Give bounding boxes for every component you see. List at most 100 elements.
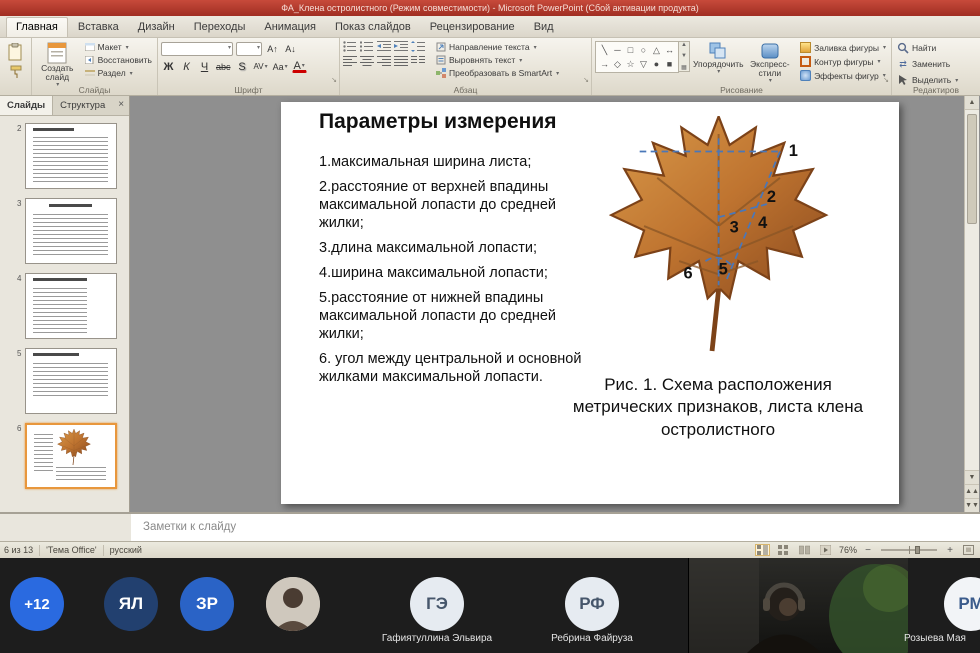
columns-icon[interactable] [411,56,425,67]
font-color-button[interactable]: А [292,60,307,73]
theme-name[interactable]: 'Тема Office' [46,545,96,555]
quick-styles-button[interactable]: Экспресс-стили [747,41,793,84]
text-direction-button[interactable]: Направление текста [434,41,561,53]
shape-square-icon[interactable]: ■ [663,57,676,71]
tab-review[interactable]: Рецензирование [421,18,524,37]
slideshow-view-button[interactable] [818,544,833,556]
bullets-icon[interactable] [343,41,357,52]
tab-animation[interactable]: Анимация [255,18,325,37]
slide-thumbnail[interactable]: 4 [13,273,117,339]
find-button[interactable]: Найти [895,41,977,55]
justify-icon[interactable] [394,56,408,67]
previous-slide-icon[interactable]: ▲▲ [965,484,979,498]
convert-smartart-button[interactable]: Преобразовать в SmartArt [434,67,561,79]
arrange-button[interactable]: Упорядочить [693,41,744,75]
shape-fill-button[interactable]: Заливка фигуры [798,41,888,54]
panel-tab-outline[interactable]: Структура [53,96,112,115]
zoom-slider-handle[interactable] [915,546,920,554]
participant-avatar[interactable]: РМ [944,577,980,631]
shape-arrow-icon[interactable]: → [598,57,611,71]
shape-effects-button[interactable]: Эффекты фигур [798,69,888,82]
character-spacing-button[interactable]: AV [253,59,269,74]
participant-photo-avatar[interactable] [266,577,320,631]
format-painter-icon[interactable] [9,65,23,79]
shape-hline-icon[interactable]: ─ [611,43,624,57]
shape-outline-button[interactable]: Контур фигуры [798,55,888,68]
notes-pane[interactable]: Заметки к слайду [131,512,980,541]
hidden-participants-badge[interactable]: +12 [10,577,64,631]
numbering-icon[interactable] [360,41,374,52]
slide-thumbnail[interactable]: 2 [13,123,117,189]
zoom-level[interactable]: 76% [839,545,857,555]
zoom-slider[interactable] [881,549,937,551]
scrollbar-thumb[interactable] [967,114,977,224]
reading-view-button[interactable] [797,544,812,556]
slide[interactable]: Параметры измерения 1.максимальная ширин… [281,102,899,504]
replace-button[interactable]: ⇄ Заменить [895,57,977,71]
shape-rect-icon[interactable]: □ [624,43,637,57]
participant-avatar[interactable]: ЯЛ [104,577,158,631]
align-center-icon[interactable] [360,56,374,67]
vertical-scrollbar[interactable]: ▲ ▼ ▲▲ ▼▼ [964,96,979,512]
shrink-font-button[interactable]: А↓ [283,41,298,56]
text-shadow-button[interactable]: S [235,59,250,74]
next-slide-icon[interactable]: ▼▼ [965,498,979,512]
shape-circle-icon[interactable]: ○ [637,43,650,57]
line-spacing-icon[interactable] [411,41,425,52]
slide-body-text[interactable]: 1.максимальная ширина листа; 2.расстояни… [319,154,599,394]
tab-home[interactable]: Главная [6,17,68,37]
grow-font-button[interactable]: А↑ [265,41,280,56]
language-indicator[interactable]: русский [110,545,142,555]
normal-view-button[interactable] [755,544,770,556]
tab-design[interactable]: Дизайн [129,18,184,37]
shapes-gallery[interactable]: ╲ ─ □ ○ △ ↔ → ◇ ☆ ▽ ● ■ [595,41,679,73]
align-text-button[interactable]: Выровнять текст [434,54,561,66]
reset-slide-button[interactable]: Восстановить [83,54,154,66]
leaf-figure[interactable]: 1 2 3 4 5 6 [609,116,837,358]
window-titlebar[interactable]: ФА_Клена остролистного (Режим совместимо… [0,0,980,16]
decrease-indent-icon[interactable] [377,41,391,52]
slide-thumbnail[interactable]: 3 [13,198,117,264]
shape-dot-icon[interactable]: ● [650,57,663,71]
participant-avatar[interactable]: РФ [565,577,619,631]
align-right-icon[interactable] [377,56,391,67]
bold-button[interactable]: Ж [161,59,176,74]
paragraph-dialog-launcher[interactable]: ↘ [583,76,589,84]
slide-title[interactable]: Параметры измерения [319,110,557,134]
tab-view[interactable]: Вид [525,18,563,37]
shapes-gallery-scroll[interactable]: ▲▼▦ [679,41,690,72]
change-case-button[interactable]: Aa [272,59,289,74]
shape-star-icon[interactable]: ☆ [624,57,637,71]
font-dialog-launcher[interactable]: ↘ [331,76,337,84]
layout-button[interactable]: Макет [83,41,154,53]
shape-doublearrow-icon[interactable]: ↔ [663,43,676,57]
section-button[interactable]: Раздел [83,67,154,79]
tab-slideshow[interactable]: Показ слайдов [326,18,420,37]
participant-video-tile[interactable] [688,558,908,653]
italic-button[interactable]: К [179,59,194,74]
fit-to-window-button[interactable] [961,544,976,556]
slide-thumbnail[interactable]: 5 [13,348,117,414]
tab-transitions[interactable]: Переходы [185,18,255,37]
panel-tab-slides[interactable]: Слайды [0,96,53,115]
shape-tridown-icon[interactable]: ▽ [637,57,650,71]
zoom-out-button[interactable]: − [863,545,873,556]
scroll-up-icon[interactable]: ▲ [965,96,979,110]
new-slide-button[interactable]: Создать слайд [35,41,80,88]
align-left-icon[interactable] [343,56,357,67]
scroll-down-icon[interactable]: ▼ [965,470,979,484]
slide-sorter-view-button[interactable] [776,544,791,556]
strikethrough-button[interactable]: abc [215,59,232,74]
drawing-dialog-launcher[interactable]: ↘ [883,76,889,84]
tab-insert[interactable]: Вставка [69,18,128,37]
underline-button[interactable]: Ч [197,59,212,74]
slide-thumbnail-selected[interactable]: 6 [13,423,117,489]
shape-diamond-icon[interactable]: ◇ [611,57,624,71]
font-size-select[interactable] [236,42,262,56]
panel-close-icon[interactable]: × [112,96,130,115]
increase-indent-icon[interactable] [394,41,408,52]
zoom-in-button[interactable]: + [945,545,955,556]
participant-avatar[interactable]: ГЭ [410,577,464,631]
figure-caption[interactable]: Рис. 1. Схема расположения метрических п… [558,374,878,441]
participant-avatar[interactable]: ЗР [180,577,234,631]
